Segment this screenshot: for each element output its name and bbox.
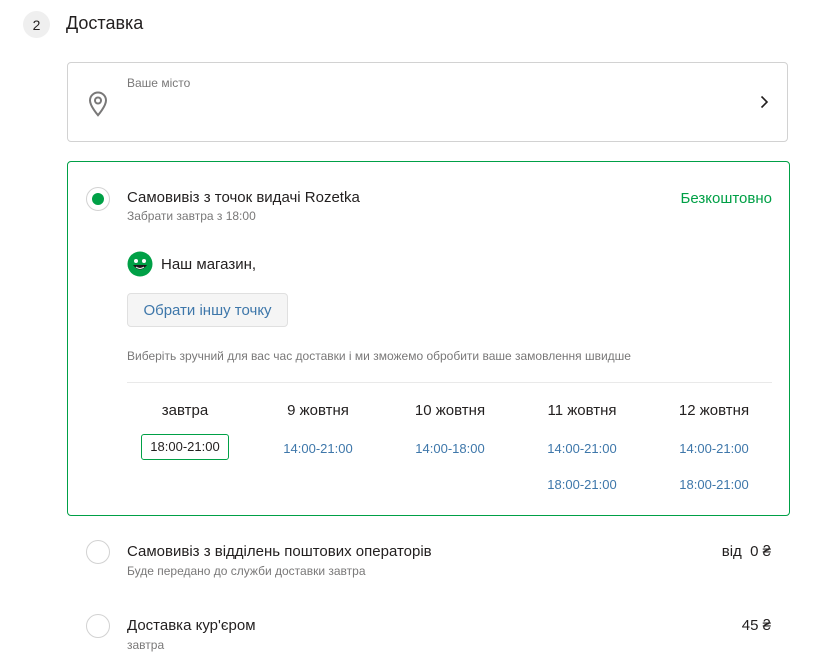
delivery-time-hint: Виберіть зручний для вас час доставки і …	[127, 349, 631, 363]
chevron-right-icon	[760, 95, 769, 114]
time-slot-selected[interactable]: 18:00-21:00	[130, 434, 240, 460]
radio-courier[interactable]	[86, 614, 110, 638]
time-slot[interactable]: 14:00-21:00	[527, 441, 637, 456]
schedule-day: 10 жовтня	[414, 402, 486, 419]
option-price: 45 ₴	[741, 617, 771, 634]
schedule-day: 11 жовтня	[547, 402, 617, 419]
option-price: Безкоштовно	[680, 190, 772, 207]
time-slot[interactable]: 14:00-21:00	[263, 441, 373, 456]
store-info: Наш магазин,	[127, 251, 256, 277]
option-subtitle: Забрати завтра з 18:00	[127, 209, 256, 223]
option-subtitle: Буде передано до служби доставки завтра	[127, 564, 366, 578]
radio-rozetka-pickup[interactable]	[86, 187, 110, 211]
option-title[interactable]: Доставка кур'єром	[127, 617, 256, 634]
store-name: Наш магазин,	[161, 255, 257, 273]
option-title[interactable]: Самовивіз з відділень поштових операторі…	[127, 543, 432, 560]
schedule-day: 12 жовтня	[678, 402, 750, 419]
option-subtitle: завтра	[127, 638, 165, 652]
radio-post-operators[interactable]	[86, 540, 110, 564]
time-slot[interactable]: 18:00-21:00	[659, 477, 769, 492]
section-title: Доставка	[66, 13, 144, 33]
time-slot[interactable]: 14:00-21:00	[659, 441, 769, 456]
schedule-day: завтра	[161, 402, 209, 419]
delivery-option-rozetka-pickup[interactable]: Самовивіз з точок видачі Rozetka Забрати…	[67, 161, 790, 516]
time-slot[interactable]: 14:00-18:00	[395, 441, 505, 456]
option-title: Самовивіз з точок видачі Rozetka	[127, 189, 360, 206]
rozetka-logo-icon	[127, 251, 153, 277]
city-label: Ваше місто	[127, 76, 191, 90]
choose-other-point-button[interactable]: Обрати іншу точку	[127, 293, 288, 327]
divider	[127, 382, 772, 383]
step-number-badge: 2	[23, 11, 50, 38]
time-slot-label: 18:00-21:00	[141, 434, 229, 460]
option-price: від 0 ₴	[721, 543, 771, 560]
schedule-day: 9 жовтня	[287, 402, 349, 419]
time-slot[interactable]: 18:00-21:00	[527, 477, 637, 492]
city-selector[interactable]: Ваше місто	[67, 62, 788, 142]
location-pin-icon	[88, 91, 108, 122]
